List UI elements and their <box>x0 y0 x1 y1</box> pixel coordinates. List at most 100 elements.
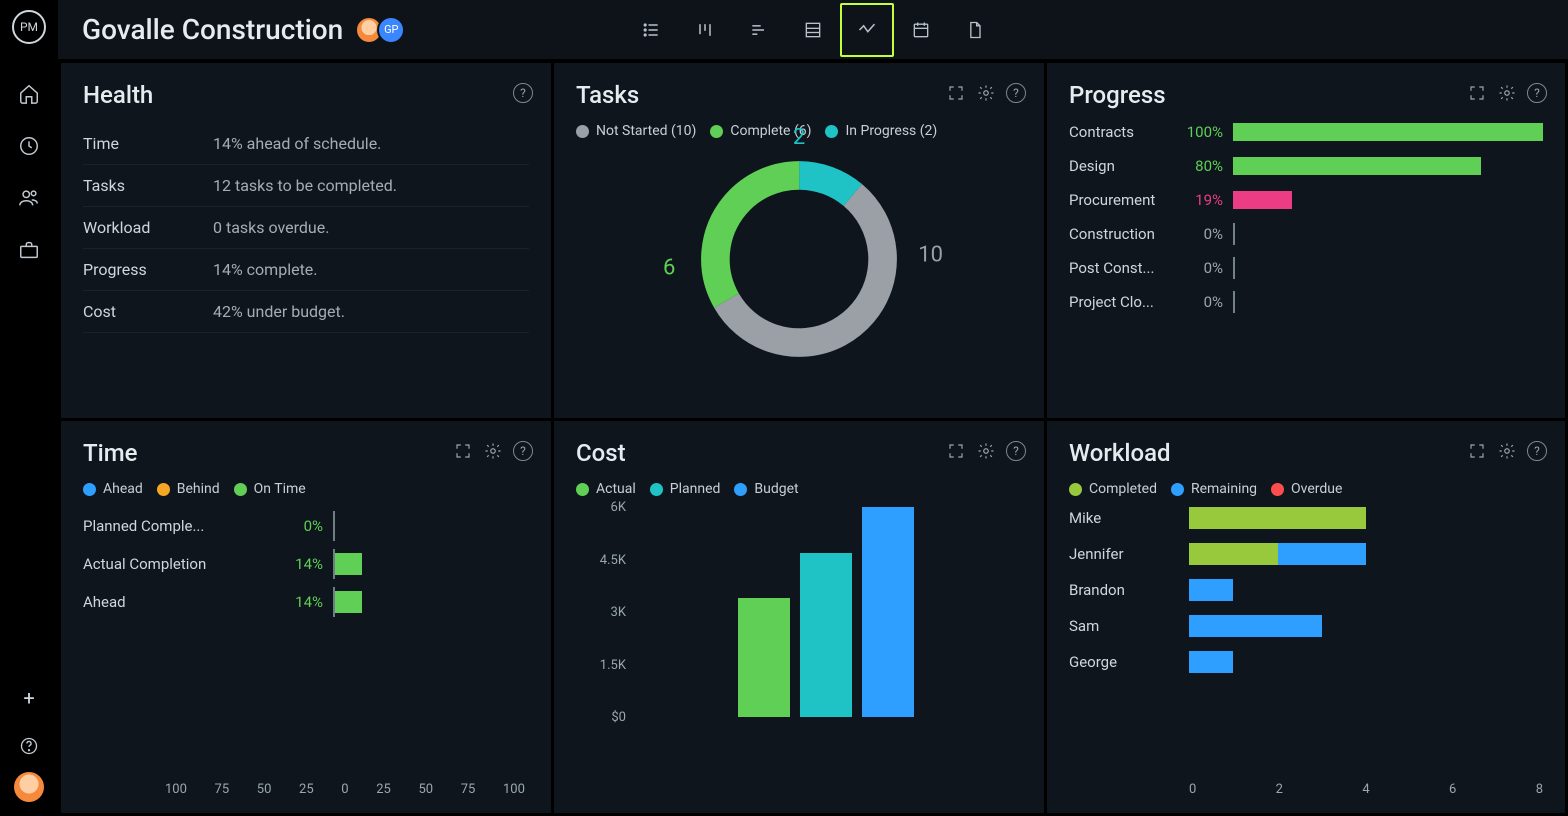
health-label: Tasks <box>83 176 213 195</box>
axis-tick: 0 <box>1189 782 1196 797</box>
time-row: Planned Comple... 0% <box>83 507 529 545</box>
project-title: Govalle Construction <box>82 13 343 46</box>
people-icon[interactable] <box>17 186 41 210</box>
donut-label-notstarted: 10 <box>918 242 943 267</box>
health-value: 42% under budget. <box>213 302 345 321</box>
progress-label: Project Clo... <box>1069 293 1167 311</box>
legend-item: In Progress (2) <box>825 123 937 139</box>
health-value: 0 tasks overdue. <box>213 218 329 237</box>
workload-row: Jennifer <box>1069 543 1543 565</box>
gear-icon[interactable] <box>483 441 503 461</box>
time-value: 0% <box>263 517 323 535</box>
health-label: Time <box>83 134 213 153</box>
workload-bar <box>1189 543 1543 565</box>
axis-tick: 1.5K <box>576 658 626 673</box>
progress-bar <box>1233 123 1543 141</box>
help-icon[interactable]: ? <box>1527 441 1547 461</box>
file-view-tab[interactable] <box>948 3 1002 57</box>
help-icon[interactable]: ? <box>1527 83 1547 103</box>
axis-tick: 75 <box>461 782 476 797</box>
progress-bar <box>1233 191 1543 209</box>
help-icon[interactable]: ? <box>1006 83 1026 103</box>
expand-icon[interactable] <box>1467 83 1487 103</box>
legend-item: Ahead <box>83 481 143 497</box>
expand-icon[interactable] <box>1467 441 1487 461</box>
panel-tasks: Tasks ? Not Started (10)Complete (6)In P… <box>554 63 1044 418</box>
cost-bar <box>738 598 790 717</box>
gantt-view-tab[interactable] <box>732 3 786 57</box>
legend-item: Overdue <box>1271 481 1342 497</box>
list-view-tab[interactable] <box>624 3 678 57</box>
health-row: Tasks 12 tasks to be completed. <box>83 165 529 207</box>
add-button[interactable]: + <box>23 686 34 710</box>
progress-row: Contracts 100% <box>1069 123 1543 141</box>
workload-label: Jennifer <box>1069 545 1189 563</box>
time-value: 14% <box>263 593 323 611</box>
legend-label: Not Started (10) <box>596 123 696 139</box>
axis-tick: 25 <box>376 782 391 797</box>
time-label: Ahead <box>83 593 263 611</box>
legend-label: Ahead <box>103 481 143 497</box>
legend-label: Remaining <box>1191 481 1257 497</box>
left-rail: PM + <box>0 0 58 816</box>
axis-tick: 3K <box>576 605 626 620</box>
app-logo[interactable]: PM <box>12 10 46 44</box>
legend-label: On Time <box>254 481 306 497</box>
current-user-avatar[interactable] <box>14 772 44 802</box>
gear-icon[interactable] <box>976 83 996 103</box>
progress-row: Post Const... 0% <box>1069 259 1543 277</box>
time-bar <box>333 515 529 537</box>
member-avatar-2[interactable]: GP <box>377 16 405 44</box>
legend-swatch <box>650 483 663 496</box>
workload-segment <box>1278 543 1367 565</box>
help-icon[interactable]: ? <box>1006 441 1026 461</box>
gear-icon[interactable] <box>976 441 996 461</box>
health-label: Workload <box>83 218 213 237</box>
sheet-view-tab[interactable] <box>786 3 840 57</box>
legend-swatch <box>234 483 247 496</box>
help-icon[interactable]: ? <box>513 441 533 461</box>
donut-label-inprogress: 2 <box>793 125 805 150</box>
workload-bar <box>1189 507 1543 529</box>
briefcase-icon[interactable] <box>17 238 41 262</box>
clock-icon[interactable] <box>17 134 41 158</box>
cost-bar-chart: 6K4.5K3K1.5K$0 <box>576 507 1022 737</box>
health-label: Cost <box>83 302 213 321</box>
dashboard-view-tab[interactable] <box>840 3 894 57</box>
expand-icon[interactable] <box>946 83 966 103</box>
calendar-view-tab[interactable] <box>894 3 948 57</box>
health-value: 12 tasks to be completed. <box>213 176 397 195</box>
axis-tick: 100 <box>165 782 187 797</box>
workload-label: Sam <box>1069 617 1189 635</box>
gear-icon[interactable] <box>1497 441 1517 461</box>
panel-workload: Workload ? CompletedRemainingOverdue Mik… <box>1047 421 1565 813</box>
axis-tick: 75 <box>215 782 230 797</box>
legend-item: Remaining <box>1171 481 1257 497</box>
legend-item: Not Started (10) <box>576 123 696 139</box>
help-icon[interactable]: ? <box>513 83 533 103</box>
time-bar <box>333 553 529 575</box>
progress-label: Contracts <box>1069 123 1167 141</box>
workload-segment <box>1189 507 1366 529</box>
progress-row: Procurement 19% <box>1069 191 1543 209</box>
project-members[interactable]: GP <box>361 16 405 44</box>
legend-label: Completed <box>1089 481 1157 497</box>
cost-bar <box>800 553 852 718</box>
tasks-donut-chart: 2 6 10 <box>689 149 909 369</box>
time-row: Ahead 14% <box>83 583 529 621</box>
panel-health: Health ? Time 14% ahead of schedule.Task… <box>61 63 551 418</box>
progress-value: 80% <box>1177 157 1223 175</box>
gear-icon[interactable] <box>1497 83 1517 103</box>
panel-cost: Cost ? ActualPlannedBudget 6K4.5K3K1.5K$… <box>554 421 1044 813</box>
expand-icon[interactable] <box>946 441 966 461</box>
legend-swatch <box>157 483 170 496</box>
help-icon[interactable] <box>17 734 41 758</box>
expand-icon[interactable] <box>453 441 473 461</box>
legend-item: Completed <box>1069 481 1157 497</box>
board-view-tab[interactable] <box>678 3 732 57</box>
axis-tick: 6 <box>1449 782 1456 797</box>
home-icon[interactable] <box>17 82 41 106</box>
progress-value: 0% <box>1177 293 1223 311</box>
health-row: Cost 42% under budget. <box>83 291 529 333</box>
axis-tick: 50 <box>257 782 272 797</box>
